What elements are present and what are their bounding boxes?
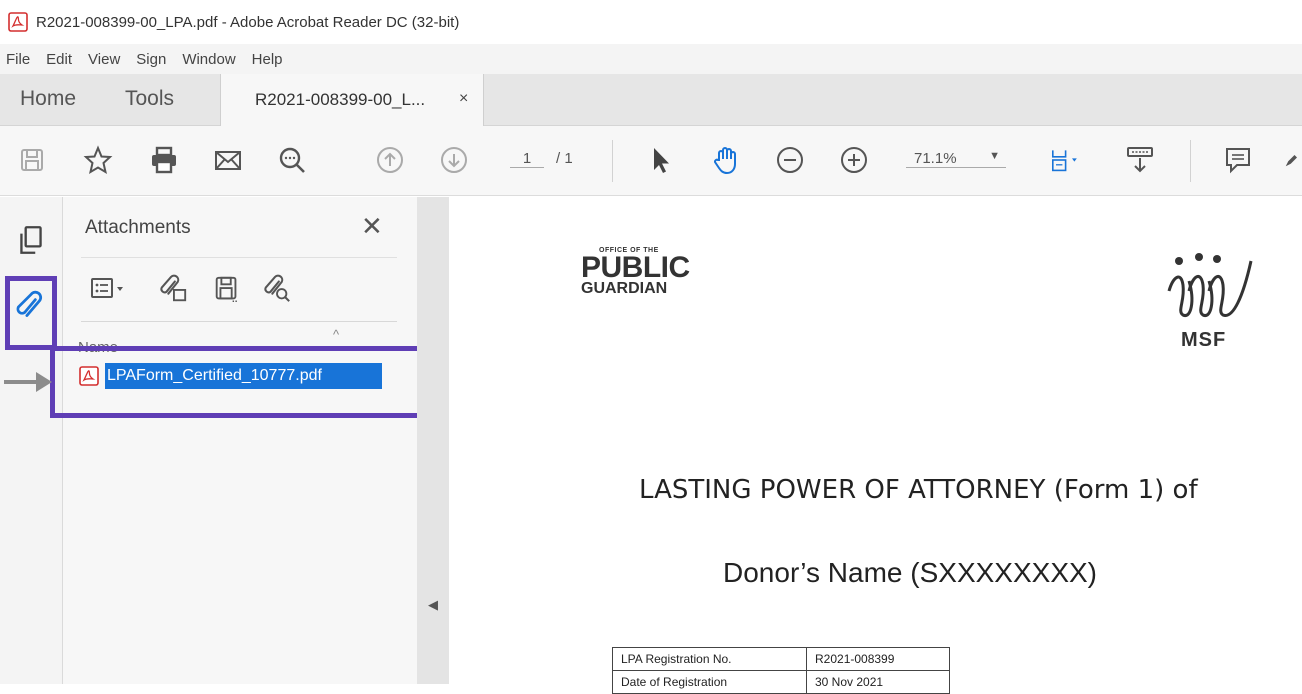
msf-logo: MSF bbox=[1159, 241, 1259, 361]
attachments-panel: Attachments ✕ ^ Name LPAForm_Certified_1… bbox=[63, 197, 417, 684]
bookmark-button[interactable] bbox=[78, 140, 118, 180]
zoom-out-button[interactable] bbox=[770, 140, 810, 180]
zoom-in-icon bbox=[841, 147, 867, 173]
select-tool-button[interactable] bbox=[640, 140, 680, 180]
close-panel-button[interactable]: ✕ bbox=[361, 211, 383, 242]
page-up-button[interactable] bbox=[370, 140, 410, 180]
table-cell-key: LPA Registration No. bbox=[612, 647, 807, 671]
tab-document-label: R2021-008399-00_L... bbox=[255, 90, 426, 109]
menu-edit[interactable]: Edit bbox=[46, 51, 72, 68]
msf-label: MSF bbox=[1181, 329, 1227, 351]
menu-sign[interactable]: Sign bbox=[136, 51, 166, 68]
find-button[interactable] bbox=[272, 140, 312, 180]
search-attachment-button[interactable] bbox=[257, 269, 297, 309]
sign-button[interactable] bbox=[1282, 140, 1302, 180]
document-page: OFFICE OF THE PUBLIC GUARDIAN MSF LASTIN… bbox=[449, 197, 1302, 694]
zoom-value: 71.1% bbox=[914, 150, 957, 167]
print-button[interactable] bbox=[144, 140, 184, 180]
tab-bar: Home Tools R2021-008399-00_L... × bbox=[0, 74, 1302, 126]
menu-help[interactable]: Help bbox=[252, 51, 283, 68]
pen-icon bbox=[1285, 155, 1297, 167]
window-title: R2021-008399-00_LPA.pdf - Adobe Acrobat … bbox=[36, 13, 460, 31]
logo-public-text: PUBLIC bbox=[581, 251, 690, 284]
public-guardian-logo: OFFICE OF THE PUBLIC GUARDIAN bbox=[581, 247, 691, 297]
email-button[interactable] bbox=[208, 140, 248, 180]
registration-table: LPA Registration No. R2021-008399 Date o… bbox=[612, 647, 950, 694]
menu-view[interactable]: View bbox=[88, 51, 120, 68]
sort-ascending-icon[interactable]: ^ bbox=[333, 327, 339, 342]
page-up-icon bbox=[377, 147, 403, 173]
page-down-button[interactable] bbox=[434, 140, 474, 180]
annotation-highlight-box bbox=[50, 346, 426, 418]
acrobat-pdf-icon bbox=[8, 12, 28, 32]
fit-page-button[interactable] bbox=[1040, 140, 1088, 180]
search-icon bbox=[279, 147, 305, 173]
save-icon bbox=[21, 149, 43, 171]
comment-icon bbox=[1226, 148, 1250, 174]
page-total: / 1 bbox=[556, 150, 573, 167]
scroll-mode-button[interactable] bbox=[1120, 140, 1160, 180]
toolbar bbox=[0, 126, 1302, 196]
table-row: LPA Registration No. R2021-008399 bbox=[612, 647, 950, 671]
table-cell-value: R2021-008399 bbox=[806, 647, 950, 671]
collapse-arrow-icon: ◀ bbox=[428, 597, 438, 612]
email-icon bbox=[215, 151, 241, 170]
tab-close-button[interactable]: × bbox=[459, 90, 468, 108]
table-cell-value: 30 Nov 2021 bbox=[806, 670, 950, 694]
chevron-down-icon: ▼ bbox=[989, 150, 1000, 162]
toolbar-divider bbox=[1190, 140, 1191, 182]
scroll-mode-icon bbox=[1127, 147, 1153, 173]
add-attachment-icon bbox=[160, 274, 187, 302]
msf-emblem-icon bbox=[1167, 253, 1253, 318]
table-cell-key: Date of Registration bbox=[612, 670, 807, 694]
comment-button[interactable] bbox=[1218, 140, 1258, 180]
panel-collapse-bar[interactable]: ◀ bbox=[417, 197, 449, 684]
select-cursor-icon bbox=[654, 148, 669, 173]
tab-home[interactable]: Home bbox=[20, 87, 76, 111]
fit-page-icon bbox=[1052, 150, 1077, 172]
page-thumbnails-button[interactable] bbox=[14, 223, 48, 257]
navigation-pane-rail bbox=[0, 197, 63, 684]
page-down-icon bbox=[441, 147, 467, 173]
print-icon bbox=[152, 146, 176, 174]
save-attachment-button[interactable] bbox=[207, 269, 247, 309]
document-heading: LASTING POWER OF ATTORNEY (Form 1) of bbox=[639, 475, 1198, 505]
toolbar-divider bbox=[612, 140, 613, 182]
annotation-arrow-icon bbox=[4, 372, 52, 392]
logo-guardian-text: GUARDIAN bbox=[581, 280, 668, 297]
zoom-out-icon bbox=[777, 147, 803, 173]
annotation-highlight-box bbox=[5, 276, 57, 350]
save-button[interactable] bbox=[12, 140, 52, 180]
page-thumbnails-icon bbox=[20, 226, 42, 254]
zoom-in-button[interactable] bbox=[834, 140, 874, 180]
zoom-dropdown[interactable]: 71.1% ▼ bbox=[906, 150, 1006, 168]
page-number-input[interactable]: 1 bbox=[510, 150, 544, 168]
panel-divider bbox=[81, 257, 397, 258]
options-list-icon bbox=[91, 278, 123, 298]
table-row: Date of Registration 30 Nov 2021 bbox=[612, 670, 950, 694]
menu-window[interactable]: Window bbox=[182, 51, 235, 68]
hand-tool-button[interactable] bbox=[706, 140, 746, 180]
save-icon bbox=[215, 276, 239, 302]
add-attachment-button[interactable] bbox=[153, 269, 193, 309]
hand-tool-icon bbox=[714, 147, 736, 175]
panel-divider bbox=[81, 321, 397, 322]
menubar: File Edit View Sign Window Help bbox=[0, 44, 1302, 74]
tab-tools[interactable]: Tools bbox=[125, 87, 174, 111]
bookmark-star-icon bbox=[83, 145, 113, 175]
tab-document[interactable]: R2021-008399-00_L... × bbox=[220, 74, 484, 126]
attachments-panel-title: Attachments bbox=[85, 217, 191, 238]
menu-file[interactable]: File bbox=[6, 51, 30, 68]
search-attachment-icon bbox=[264, 274, 290, 302]
attachment-options-button[interactable] bbox=[83, 269, 135, 309]
donor-name: Donor’s Name (SXXXXXXXX) bbox=[723, 557, 1097, 588]
window-titlebar: R2021-008399-00_LPA.pdf - Adobe Acrobat … bbox=[0, 0, 1302, 44]
